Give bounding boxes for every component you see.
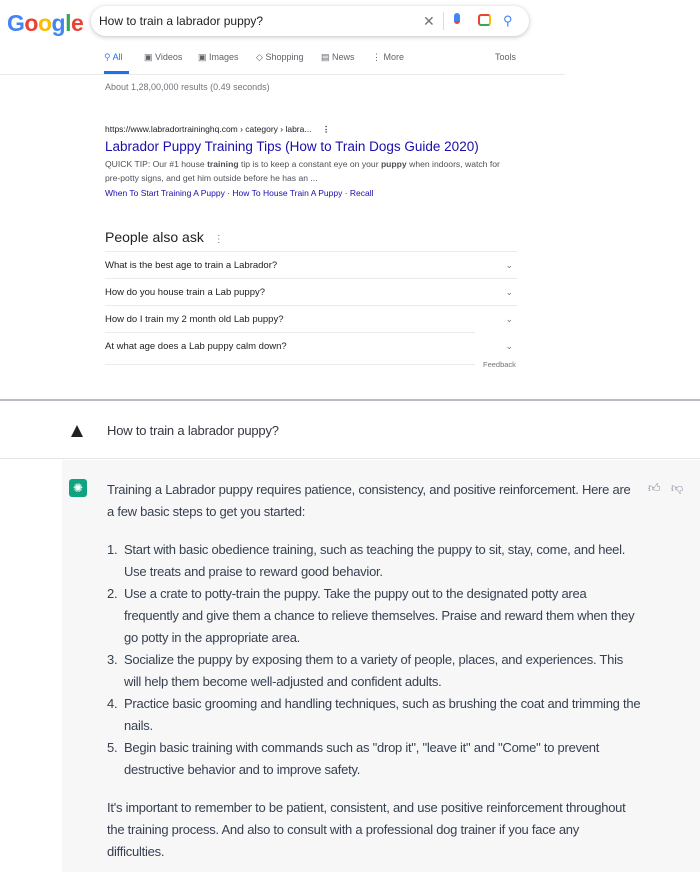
chevron-down-icon: ⌄ <box>505 314 513 324</box>
tab-label: News <box>332 52 355 62</box>
google-logo[interactable]: Google <box>7 10 84 37</box>
tab-all[interactable]: ⚲ All <box>104 52 129 74</box>
thumbs-up-icon[interactable]: 👍︎ <box>648 481 661 496</box>
divider <box>443 12 444 30</box>
chevron-down-icon: ⌄ <box>505 341 513 351</box>
search-icon: ⚲ <box>104 52 111 62</box>
assistant-outro: It's important to remember to be patient… <box>107 800 626 859</box>
chevron-down-icon: ⌄ <box>505 260 513 270</box>
tab-label: Images <box>209 52 239 62</box>
list-item: 5. Begin basic training with commands suc… <box>107 740 600 777</box>
list-item: 1. Start with basic obedience training, s… <box>107 542 626 579</box>
list-item: 4. Practice basic grooming and handling t… <box>107 696 641 733</box>
search-icon[interactable]: ⚲ <box>503 12 513 30</box>
paa-question[interactable]: How do you house train a Lab puppy? ⌄ <box>105 278 517 305</box>
tab-label: More <box>383 52 405 62</box>
sitelink[interactable]: When To Start Training A Puppy <box>105 188 225 198</box>
paa-question[interactable]: How do I train my 2 month old Lab puppy?… <box>105 305 517 332</box>
result-snippet: QUICK TIP: Our #1 house training tip is … <box>105 159 500 183</box>
paa-question[interactable]: What is the best age to train a Labrador… <box>105 251 517 278</box>
more-vert-icon[interactable]: ⋮ <box>214 234 224 245</box>
result-url-text: https://www.labradortraininghq.com › cat… <box>105 124 312 134</box>
list-item: 2. Use a crate to potty-train the puppy. … <box>107 586 635 645</box>
more-vert-icon[interactable]: ⋮ <box>322 124 331 134</box>
tools-button[interactable]: Tools <box>495 52 516 62</box>
image-icon: ▣ <box>198 52 207 62</box>
result-url[interactable]: https://www.labradortraininghq.com › cat… <box>105 124 330 135</box>
tab-more[interactable]: ⋮ More <box>372 52 404 63</box>
chevron-down-icon: ⌄ <box>505 287 513 297</box>
user-message: How to train a labrador puppy? <box>107 423 279 438</box>
list-item: 3. Socialize the puppy by exposing them t… <box>107 652 624 689</box>
tab-news[interactable]: ▤ News <box>321 52 355 63</box>
search-input[interactable] <box>99 6 399 36</box>
tag-icon: ◇ <box>256 52 263 62</box>
result-stats: About 1,28,00,000 results (0.49 seconds) <box>105 82 270 92</box>
user-avatar-icon <box>71 425 83 437</box>
search-box: ✕ ⚲ <box>91 6 529 36</box>
tab-label: Videos <box>155 52 183 62</box>
assistant-intro: Training a Labrador puppy requires patie… <box>107 482 631 519</box>
tab-label: All <box>112 52 123 62</box>
tab-videos[interactable]: ▣ Videos <box>144 52 182 63</box>
lens-camera-icon[interactable] <box>478 14 491 26</box>
close-icon[interactable]: ✕ <box>423 12 435 30</box>
result-title-link[interactable]: Labrador Puppy Training Tips (How to Tra… <box>105 139 479 154</box>
feedback-link[interactable]: Feedback <box>483 360 516 369</box>
people-also-ask-title: People also ask ⋮ <box>105 229 224 245</box>
tab-images[interactable]: ▣ Images <box>198 52 239 63</box>
sitelink[interactable]: Recall <box>350 188 374 198</box>
steps-list: 1. Start with basic obedience training, s… <box>107 539 642 781</box>
play-icon: ▣ <box>144 52 153 62</box>
paa-question[interactable]: At what age does a Lab puppy calm down? ⌄ <box>105 332 513 365</box>
thumbs-down-icon[interactable]: 👎︎ <box>671 481 683 496</box>
chatgpt-logo-icon: ✺ <box>69 479 87 497</box>
newspaper-icon: ▤ <box>321 52 330 62</box>
tab-shopping[interactable]: ◇ Shopping <box>256 52 303 63</box>
sitelinks: When To Start Training A Puppy · How To … <box>105 188 374 198</box>
tab-label: Shopping <box>265 52 304 62</box>
more-vert-icon: ⋮ <box>372 52 381 62</box>
sitelink[interactable]: How To House Train A Puppy <box>232 188 342 198</box>
microphone-icon[interactable] <box>454 13 460 24</box>
tabs-divider <box>0 74 565 75</box>
user-message-row <box>0 401 700 459</box>
